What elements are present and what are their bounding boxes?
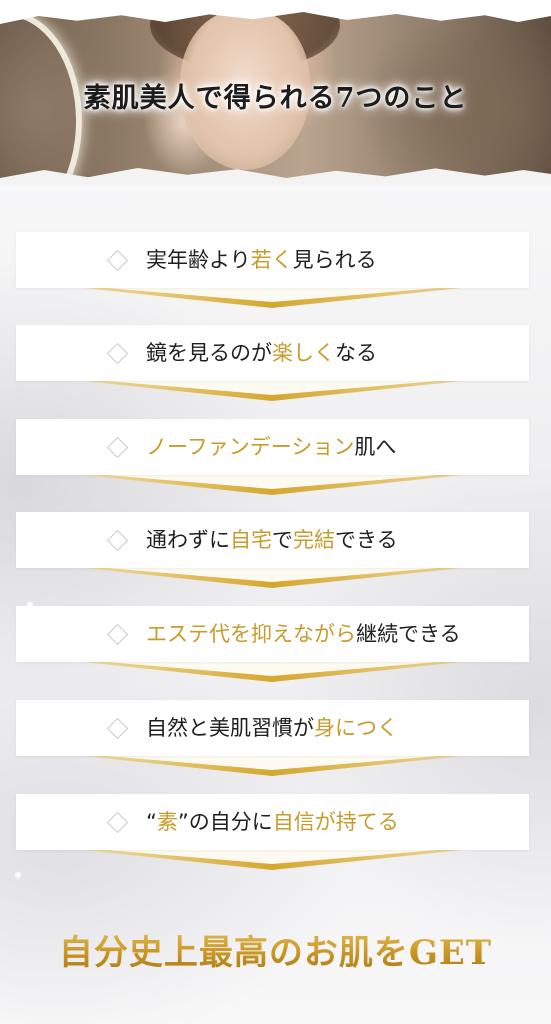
benefit-item: 実年齢より若く見られる	[16, 232, 529, 314]
benefit-item: “素”の自分に自信が持てる	[16, 794, 529, 876]
benefit-item: 自然と美肌習慣が身につく	[16, 700, 529, 782]
benefit-label: 通わずに自宅で完結できる	[146, 512, 398, 568]
benefit-highlight: エステ代を抑えながら	[146, 622, 356, 646]
benefit-text: ”の自分に	[177, 810, 273, 834]
benefit-label: 実年齢より若く見られる	[146, 232, 377, 288]
benefit-highlight: 完結	[293, 528, 335, 552]
hero-image: 素肌美人で得られる7つのこと	[0, 0, 551, 185]
benefit-text: 肌へ	[354, 435, 397, 459]
benefit-text: で	[272, 528, 293, 552]
footer-headline: 自分史上最高のお肌をGET	[0, 925, 551, 974]
benefit-text: なる	[335, 341, 377, 365]
benefit-label: “素”の自分に自信が持てる	[146, 794, 399, 850]
benefit-text: 鏡を見るのが	[146, 341, 272, 365]
benefit-highlight: 楽しく	[272, 341, 335, 365]
benefit-item: エステ代を抑えながら継続できる	[16, 606, 529, 688]
benefit-text: 継続できる	[356, 622, 461, 646]
benefit-text: できる	[335, 528, 398, 552]
benefit-highlight: 若く	[250, 248, 293, 272]
benefit-text: 自然と美肌習慣が	[146, 716, 314, 740]
benefit-highlight: 素	[156, 810, 178, 834]
benefit-label: 自然と美肌習慣が身につく	[146, 700, 398, 756]
benefit-text: 実年齢より	[146, 248, 251, 272]
benefit-highlight: 自信が持てる	[272, 810, 399, 834]
benefit-item: 通わずに自宅で完結できる	[16, 512, 529, 594]
benefit-text: 見られる	[292, 248, 377, 272]
benefit-label: エステ代を抑えながら継続できる	[146, 606, 461, 662]
benefit-text: 通わずに	[146, 528, 230, 552]
benefit-label: 鏡を見るのが楽しくなる	[146, 325, 377, 381]
benefit-highlight: ノーファンデーション	[146, 435, 355, 459]
benefit-text: “	[146, 810, 157, 834]
benefit-highlight: 身につく	[314, 716, 398, 740]
benefit-highlight: 自宅	[230, 528, 272, 552]
benefit-item: ノーファンデーション肌へ	[16, 419, 529, 501]
benefit-item: 鏡を見るのが楽しくなる	[16, 325, 529, 407]
benefit-label: ノーファンデーション肌へ	[146, 419, 396, 475]
page-title: 素肌美人で得られる7つのこと	[83, 83, 468, 114]
